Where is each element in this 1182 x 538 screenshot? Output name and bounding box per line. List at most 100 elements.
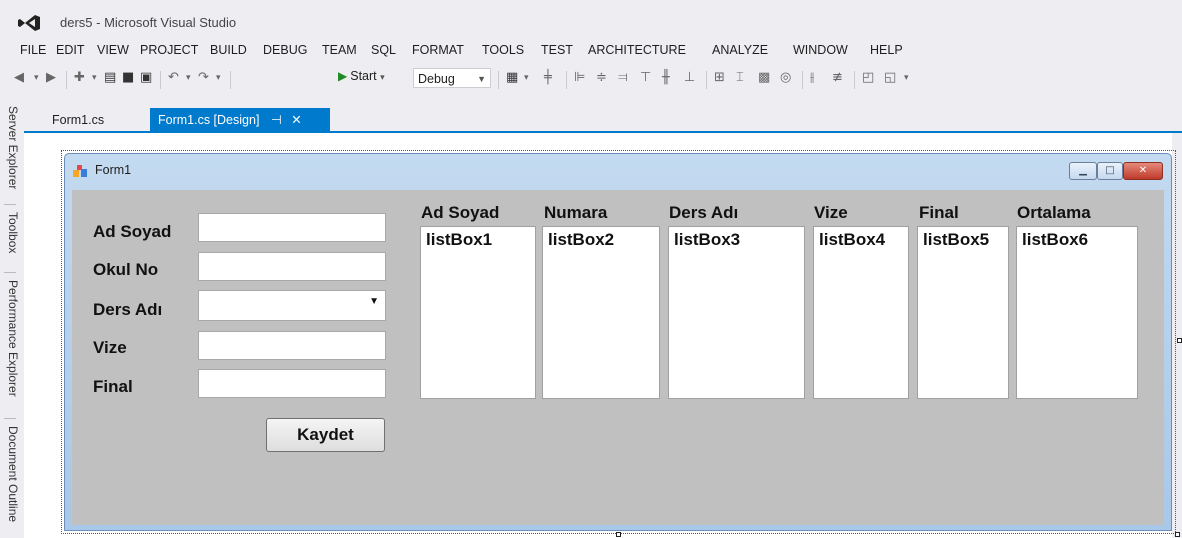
toolbar-separator [854, 71, 855, 89]
solution-configuration-select[interactable]: Debug ▼ [413, 68, 491, 88]
start-debugging-button[interactable]: ▶ Start ▾ [338, 69, 385, 83]
side-tab-server-explorer[interactable]: Server Explorer [0, 106, 20, 189]
toolbar-separator [802, 71, 803, 89]
listbox-numara[interactable]: listBox2 [542, 226, 660, 399]
menu-project[interactable]: PROJECT [140, 43, 198, 57]
horizontal-spacing-icon[interactable]: ⫲ [810, 70, 814, 85]
save-all-icon[interactable]: ▣ [140, 70, 152, 85]
align-middles-icon[interactable]: ╫ [662, 70, 670, 85]
menu-debug[interactable]: DEBUG [263, 43, 307, 57]
label-vize: Vize [93, 338, 127, 357]
align-tops-icon[interactable]: ⊤ [640, 70, 651, 85]
listbox-final[interactable]: listBox5 [917, 226, 1009, 399]
form-app-icon [73, 165, 87, 177]
make-same-size-icon[interactable]: ▩ [758, 70, 770, 85]
save-icon[interactable]: ■ [122, 70, 134, 85]
resize-handle-right[interactable] [1177, 338, 1182, 343]
standard-toolbar: ◀ ▾ ▶ ✚ ▾ ▤ ■ ▣ ↶ ▾ ↷ ▾ ▶ Start ▾ Debug ▼… [0, 67, 1040, 93]
side-tab-performance-explorer[interactable]: Performance Explorer [0, 280, 20, 397]
tab-label: Form1.cs [52, 113, 105, 127]
back-icon[interactable]: ◀ [14, 70, 24, 85]
vize-input[interactable] [198, 331, 386, 360]
toolbar-separator [66, 71, 67, 89]
column-header-final: Final [919, 203, 959, 222]
menu-sql[interactable]: SQL [371, 43, 396, 57]
new-project-dropdown-icon[interactable]: ▾ [92, 73, 97, 83]
open-file-icon[interactable]: ▤ [104, 70, 116, 85]
make-same-width-icon[interactable]: ⊞ [714, 70, 725, 85]
make-same-height-icon[interactable]: ⌶ [736, 70, 744, 85]
ad-soyad-input[interactable] [198, 213, 386, 242]
minimize-icon[interactable]: ▁ [1069, 162, 1097, 180]
redo-dropdown-icon[interactable]: ▾ [216, 73, 221, 83]
align-lefts-icon[interactable]: ⊫ [574, 70, 585, 85]
ders-adi-select[interactable]: ▼ [198, 290, 386, 321]
column-header-ders-adi: Ders Adı [669, 203, 739, 222]
align-to-grid-icon[interactable]: ╪ [544, 70, 552, 85]
toolbar-separator [566, 71, 567, 89]
find-in-files-icon[interactable]: ▦ [506, 70, 518, 85]
side-tab-toolbox[interactable]: Toolbox [0, 212, 20, 253]
form-titlebar: Form1 ▁ □ ✕ [65, 154, 1171, 190]
side-tab-document-outline[interactable]: Document Outline [0, 426, 20, 522]
label-okul-no: Okul No [93, 260, 159, 279]
menu-view[interactable]: VIEW [97, 43, 129, 57]
menu-tools[interactable]: TOOLS [482, 43, 524, 57]
align-bottoms-icon[interactable]: ⊥ [684, 70, 695, 85]
menu-build[interactable]: BUILD [210, 43, 247, 57]
tab-label: Form1.cs [Design] [158, 113, 260, 127]
column-header-vize: Vize [814, 203, 848, 222]
kaydet-button[interactable]: Kaydet [266, 418, 385, 452]
forward-icon[interactable]: ▶ [46, 70, 56, 85]
resize-handle-bottom[interactable] [616, 532, 621, 537]
size-to-grid-icon[interactable]: ◎ [780, 70, 791, 85]
listbox-ders-adi[interactable]: listBox3 [668, 226, 805, 399]
bring-to-front-icon[interactable]: ◰ [862, 70, 874, 85]
toolbar-overflow-icon[interactable]: ▾ [524, 73, 529, 83]
close-icon[interactable]: ✕ [291, 113, 301, 127]
chevron-down-icon: ▼ [369, 296, 379, 307]
menu-test[interactable]: TEST [541, 43, 573, 57]
column-header-numara: Numara [544, 203, 608, 222]
resize-handle-corner[interactable] [1175, 532, 1180, 537]
label-ders-adi: Ders Adı [93, 300, 163, 319]
undo-dropdown-icon[interactable]: ▾ [186, 73, 191, 83]
listbox-ad-soyad[interactable]: listBox1 [420, 226, 536, 399]
vertical-spacing-icon[interactable]: ≢ [832, 70, 843, 85]
undo-icon[interactable]: ↶ [168, 70, 179, 85]
align-rights-icon[interactable]: ⫤ [618, 70, 628, 85]
menu-edit[interactable]: EDIT [56, 43, 84, 57]
visual-studio-logo-icon [18, 15, 40, 31]
redo-icon[interactable]: ↷ [198, 70, 209, 85]
new-project-icon[interactable]: ✚ [74, 70, 85, 85]
align-centers-icon[interactable]: ≑ [596, 70, 607, 85]
maximize-icon[interactable]: □ [1097, 162, 1123, 180]
menu-file[interactable]: FILE [20, 43, 46, 57]
close-icon[interactable]: ✕ [1123, 162, 1163, 180]
start-dropdown-icon: ▾ [380, 72, 385, 82]
final-input[interactable] [198, 369, 386, 398]
toolbar-separator [160, 71, 161, 89]
okul-no-input[interactable] [198, 252, 386, 281]
listbox-ortalama[interactable]: listBox6 [1016, 226, 1138, 399]
pin-icon[interactable]: ⊣ [271, 113, 282, 127]
label-ad-soyad: Ad Soyad [93, 222, 172, 241]
listbox-vize[interactable]: listBox4 [813, 226, 909, 399]
side-tab-separator [4, 272, 16, 273]
toolbar-separator [498, 71, 499, 89]
menu-architecture[interactable]: ARCHITECTURE [588, 43, 686, 57]
tab-form1-design[interactable]: Form1.cs [Design] ⊣ ✕ [150, 108, 330, 132]
window-title: ders5 - Microsoft Visual Studio [60, 15, 237, 30]
toolbar-separator [706, 71, 707, 89]
configuration-value: Debug [418, 72, 455, 86]
menu-analyze[interactable]: ANALYZE [712, 43, 768, 57]
menu-help[interactable]: HELP [870, 43, 903, 57]
menu-format[interactable]: FORMAT [412, 43, 464, 57]
column-header-ortalama: Ortalama [1017, 203, 1091, 222]
tab-form1-cs[interactable]: Form1.cs [44, 108, 112, 132]
menu-team[interactable]: TEAM [322, 43, 357, 57]
toolbar-overflow-icon[interactable]: ▾ [904, 73, 909, 83]
back-dropdown-icon[interactable]: ▾ [34, 73, 39, 83]
send-to-back-icon[interactable]: ◱ [884, 70, 896, 85]
menu-window[interactable]: WINDOW [793, 43, 848, 57]
